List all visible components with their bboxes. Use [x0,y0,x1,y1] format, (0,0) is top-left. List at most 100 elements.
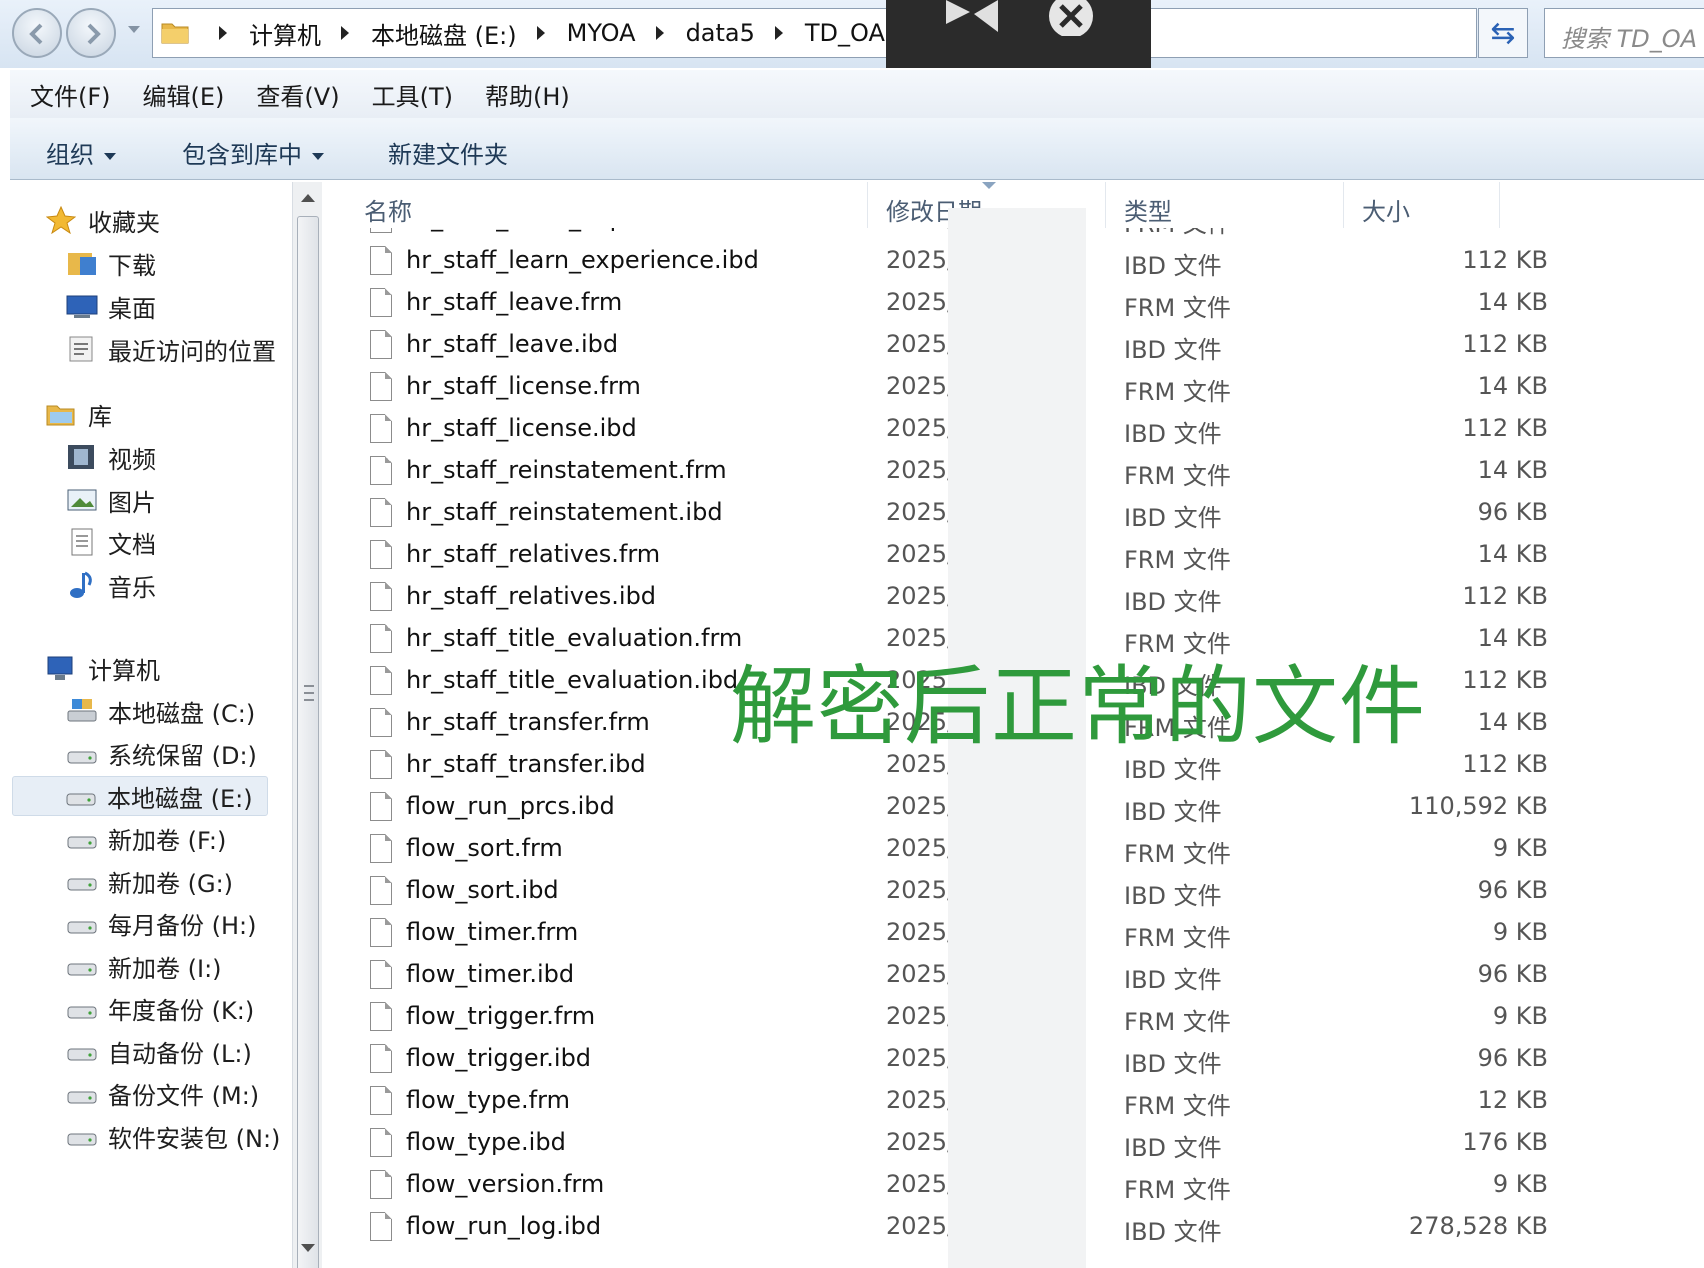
file-icon [370,960,392,989]
file-date: 2025/ [886,498,956,526]
column-header-size[interactable]: 大小 [1344,182,1500,228]
file-date: 2025/ [886,330,956,358]
nav-item-downloads[interactable]: 下载 [66,243,156,283]
file-type: IBD 文件 [1124,588,1222,616]
column-header-name[interactable]: 名称 [328,182,868,228]
nav-computer[interactable]: 计算机 [46,648,160,688]
nav-libraries[interactable]: 库 [46,394,112,434]
breadcrumb-item[interactable]: TD_OA [805,19,885,47]
close-icon[interactable] [1043,0,1099,36]
navigation-pane: 收藏夹 下载 桌面 最近访问的位置 库 视频 图片 文档 音乐 计算机 本地磁盘… [10,182,292,1268]
nav-item-label: 年度备份 (K:) [108,997,255,1025]
nav-item-documents[interactable]: 文档 [66,522,156,562]
refresh-button[interactable]: ⇆ [1478,8,1528,58]
nav-libraries-label: 库 [88,402,112,431]
menu-tools[interactable]: 工具(T) [372,77,453,112]
nav-item-drive[interactable]: 自动备份 (L:) [66,1031,252,1071]
drive-icon [65,782,97,810]
breadcrumb-item[interactable]: MYOA [567,19,636,47]
forward-button[interactable] [66,8,116,58]
file-type: FRM 文件 [1124,462,1231,490]
file-name: flow_timer.ibd [406,960,575,988]
file-type: IBD 文件 [1124,1134,1222,1162]
nav-item-desktop[interactable]: 桌面 [66,286,156,326]
organize-button[interactable]: 组织 [46,135,116,170]
back-button[interactable] [12,8,62,58]
nav-item-drive[interactable]: 新加卷 (I:) [66,946,222,986]
file-name: flow_type.frm [406,1086,570,1114]
nav-item-drive[interactable]: 每月备份 (H:) [66,904,257,944]
file-size: 14 KB [1477,456,1548,484]
scroll-thumb[interactable] [297,216,319,1268]
nav-item-label: 每月备份 (H:) [108,912,257,940]
command-bar: 组织 包含到库中 新建文件夹 [10,118,1704,180]
file-size: 112 KB [1462,666,1548,694]
nav-item-drive[interactable]: 备份文件 (M:) [66,1074,259,1114]
nav-item-label: 新加卷 (I:) [108,954,222,983]
breadcrumb[interactable]: 计算机 本地磁盘 (E:) MYOA data5 TD_OA [152,8,1615,58]
chevron-right-icon[interactable] [655,26,664,40]
menu-help[interactable]: 帮助(H) [485,77,570,112]
arrow-left-icon [29,23,43,45]
menu-file[interactable]: 文件(F) [30,77,111,112]
file-type: IBD 文件 [1124,420,1222,448]
computer-icon [46,654,78,682]
file-type: FRM 文件 [1124,294,1231,322]
nav-item-drive[interactable]: 新加卷 (G:) [66,861,233,901]
chevron-right-icon[interactable] [341,26,349,40]
chevron-right-icon[interactable] [536,26,545,40]
file-size: 112 KB [1462,582,1548,610]
chevron-right-icon[interactable] [774,26,783,40]
file-size: 14 KB [1477,288,1548,316]
file-icon [370,582,392,611]
nav-item-recent-places[interactable]: 最近访问的位置 [66,329,276,369]
breadcrumb-item[interactable]: 计算机 [249,16,321,51]
breadcrumb-item[interactable]: data5 [686,19,755,47]
search-input[interactable]: 搜索 TD_OA [1544,8,1704,58]
nav-scrollbar[interactable] [292,182,322,1268]
file-icon [370,330,392,359]
new-folder-button[interactable]: 新建文件夹 [388,135,508,170]
scroll-down-arrow-icon[interactable] [301,1244,315,1252]
nav-item-label: 备份文件 (M:) [108,1082,260,1110]
file-icon [370,918,392,947]
file-name: hr_staff_title_evaluation.frm [406,624,743,652]
chevron-down-icon [312,152,324,160]
nav-item-label: 新加卷 (G:) [108,869,234,898]
nav-item-drive[interactable]: 新加卷 (F:) [66,819,226,859]
file-date: 2025/ [886,1212,956,1240]
menu-edit[interactable]: 编辑(E) [143,77,225,112]
include-in-library-button[interactable]: 包含到库中 [182,135,324,170]
nav-item-drive[interactable]: 系统保留 (D:) [66,734,257,774]
nav-item-label: 最近访问的位置 [108,337,276,366]
nav-item-drive[interactable]: 软件安装包 (N:) [66,1116,280,1156]
rewind-icon[interactable] [942,0,1002,40]
nav-favorites[interactable]: 收藏夹 [45,200,160,240]
chevron-right-icon[interactable] [219,26,227,40]
file-icon [370,288,392,317]
column-header-type[interactable]: 类型 [1106,182,1344,228]
nav-item-pictures[interactable]: 图片 [66,480,156,520]
file-size: 14 KB [1477,708,1548,736]
file-type: IBD 文件 [1124,1218,1222,1246]
file-icon [370,246,392,275]
file-date: 2025/ [886,1170,956,1198]
file-name: hr_staff_transfer.frm [406,708,650,736]
breadcrumb-item[interactable]: 本地磁盘 (E:) [371,16,517,51]
file-size: 96 KB [1477,876,1548,904]
menu-view[interactable]: 查看(V) [256,77,339,112]
recent-pages-dropdown[interactable] [128,26,140,33]
nav-item-drive[interactable]: 本地磁盘 (C:) [66,691,255,731]
file-size: 12 KB [1477,1086,1548,1114]
file-type: FRM 文件 [1124,840,1231,868]
nav-favorites-label: 收藏夹 [88,208,160,237]
drive-icon [66,740,98,768]
nav-item-drive[interactable]: 本地磁盘 (E:) [12,776,268,816]
scroll-up-arrow-icon[interactable] [301,194,315,202]
file-date: 2025/ [886,960,956,988]
nav-item-videos[interactable]: 视频 [66,437,156,477]
nav-item-drive[interactable]: 年度备份 (K:) [66,989,254,1029]
file-icon [370,1170,392,1199]
nav-item-music[interactable]: 音乐 [66,565,156,605]
document-icon [66,528,98,556]
